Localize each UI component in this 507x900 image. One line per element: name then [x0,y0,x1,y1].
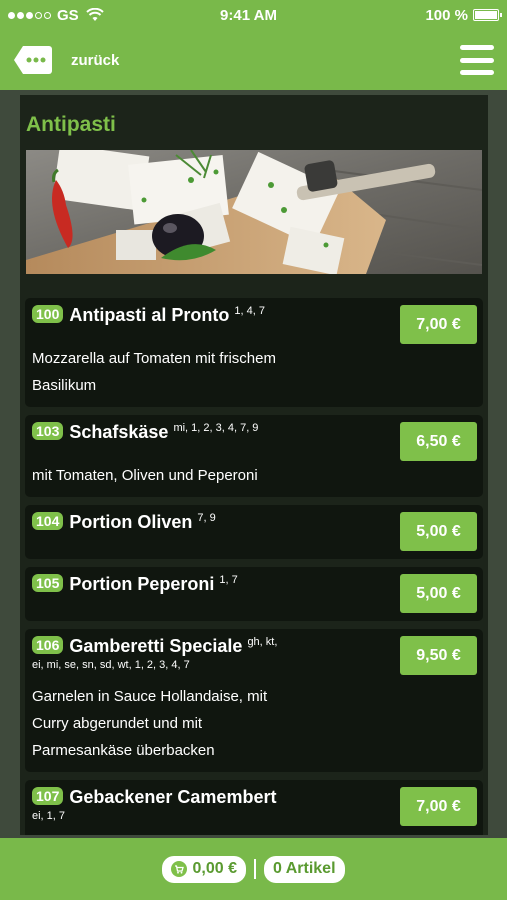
article-count: 0 Artikel [272,860,336,877]
item-description: Garnelen in Sauce Hollandaise, mit [32,688,268,705]
battery-status: 100 % [339,6,502,24]
wifi-icon [85,8,104,21]
footer-divider [253,859,256,879]
menu-panel: Antipasti 100 Antipasti al Pronto 1, 4, … [20,95,488,835]
price-button[interactable]: 5,00 € [400,512,477,551]
item-name: Gebackener Camembert [69,787,277,807]
back-button[interactable]: zurück [13,45,119,75]
item-number-badge: 105 [32,574,64,592]
cart-footer: 0,00 € 0 Artikel [0,838,507,900]
hamburger-menu-icon[interactable] [460,45,494,75]
cart-icon [171,861,188,877]
back-label: zurück [71,51,120,69]
article-count-button[interactable]: 0 Artikel [263,855,345,883]
carrier-signal: GS [8,7,168,24]
section-title: Antipasti [26,113,116,136]
item-allergens: 1, 4, 7 [234,305,265,317]
item-description: mit Tomaten, Oliven und Peperoni [32,467,258,484]
status-bar: GS 9:41 AM 100 % [0,0,507,30]
battery-percent: 100 % [425,6,468,24]
battery-icon [473,9,502,21]
menu-item[interactable]: 107 Gebackener Camembertei, 1, 7 7,00 € 2 S… [25,780,483,835]
back-tag-icon [14,46,52,74]
item-allergens: 1, 7 [219,574,238,586]
price-button[interactable]: 9,50 € [400,636,477,675]
price-button[interactable]: 7,00 € [400,787,477,826]
item-number-badge: 103 [32,422,64,440]
item-description: Basilikum [32,377,97,394]
item-allergens: ei, 1, 7 [32,810,66,822]
item-description: Parmesankäse überbacken [32,742,215,759]
item-description: Mozzarella auf Tomaten mit frischem [32,350,276,367]
item-name: Schafskäse [69,422,169,442]
menu-item[interactable]: 105 Portion Peperoni 1, 7 5,00 € [25,567,483,621]
item-description: Curry abgerundet und mit [32,715,203,732]
item-number-badge: 104 [32,512,64,530]
item-number-badge: 100 [32,305,64,323]
item-name: Gamberetti Speciale [69,636,243,656]
cart-total-button[interactable]: 0,00 € [162,855,246,883]
cart-total: 0,00 € [192,860,237,877]
signal-strength-icon [8,11,51,19]
price-button[interactable]: 6,50 € [400,422,477,461]
item-allergens: gh, kt, [247,636,278,648]
menu-item-list: 100 Antipasti al Pronto 1, 4, 7 7,00 € Mozza… [25,298,483,835]
price-button[interactable]: 7,00 € [400,305,477,344]
menu-item[interactable]: 103 Schafskäse mi, 1, 2, 3, 4, 7, 9 6,50 € m… [25,415,483,497]
antipasti-hero-image [26,150,482,274]
item-allergens: ei, mi, se, sn, sd, wt, 1, 2, 3, 4, 7 [32,659,190,671]
menu-item[interactable]: 104 Portion Oliven 7, 9 5,00 € [25,505,483,559]
nav-bar: zurück [0,30,507,90]
item-number-badge: 107 [32,787,64,805]
item-name: Portion Oliven [69,512,193,532]
item-name: Antipasti al Pronto [69,305,230,325]
item-allergens: mi, 1, 2, 3, 4, 7, 9 [173,422,259,434]
item-number-badge: 106 [32,636,64,654]
price-button[interactable]: 5,00 € [400,574,477,613]
menu-item[interactable]: 106 Gamberetti Speciale gh, kt, ei, mi, se,… [25,629,483,772]
item-name: Portion Peperoni [69,574,215,594]
item-allergens: 7, 9 [197,512,216,524]
status-time: 9:41 AM [220,6,277,24]
menu-item[interactable]: 100 Antipasti al Pronto 1, 4, 7 7,00 € Mozza… [25,298,483,407]
item-description: 2 Stück mit Preiselbeeren [32,834,477,835]
carrier-name: GS [57,6,79,24]
